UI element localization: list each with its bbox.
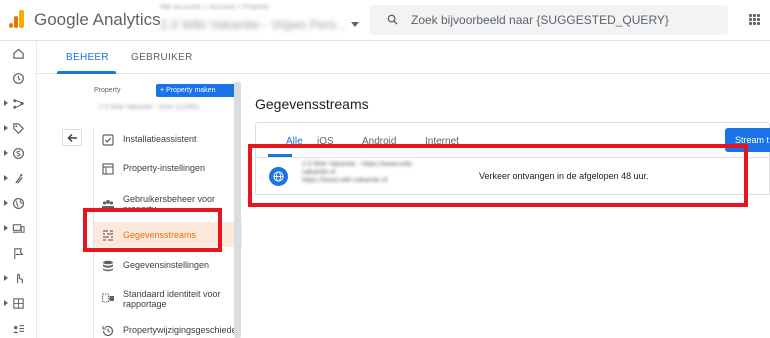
nav-item-gegevensinstellingen[interactable]: Gegevensinstellingen (94, 259, 242, 275)
rail-tech[interactable] (0, 219, 37, 239)
branch-icon (13, 99, 24, 109)
globe-icon (12, 197, 25, 210)
home-icon (13, 48, 24, 59)
nav-item-wijzigingsgeschiedenis[interactable]: Propertywijzigingsgeschieden (94, 324, 242, 338)
nav-item-label: Property-instellingen (123, 163, 206, 173)
nav-item-label: Standaard identiteit voor rapportage (123, 289, 221, 309)
nav-item-label: Installatieassistent (123, 134, 197, 144)
annotation-highlight-nav (83, 208, 222, 252)
account-name: 2.0 Wiki Vakantie - Vrijwo Pers... (160, 17, 348, 32)
database-icon (103, 260, 113, 272)
arrow-back-icon (67, 133, 77, 143)
apps-grid-icon[interactable] (749, 14, 760, 25)
caret-down-icon (351, 22, 359, 27)
account-selector[interactable]: Alle accounts > Account > Property 2.0 W… (157, 4, 362, 37)
nav-item-label: Propertywijzigingsgeschieden (123, 325, 242, 335)
back-button[interactable] (62, 129, 82, 146)
annotation-highlight-stream (248, 144, 748, 207)
nav-item-label: Gegevensinstellingen (123, 260, 210, 270)
rail-explore[interactable] (0, 294, 37, 314)
tap-icon (15, 174, 23, 184)
nav-item-property-instellingen[interactable]: Property-instellingen (94, 162, 242, 178)
report-grid-icon (13, 298, 24, 309)
rail-conversions[interactable] (0, 269, 37, 289)
rail-acquisition[interactable] (0, 119, 37, 139)
property-selector[interactable]: 2.0 Wiki Vakantie - GA4 (12345) (99, 104, 199, 111)
property-label: Property (94, 87, 121, 94)
nav-item-standaard-identiteit[interactable]: Standaard identiteit voor rapportage (94, 288, 242, 310)
history-icon (102, 325, 114, 337)
nav-item-installatieassistent[interactable]: Installatieassistent (94, 133, 242, 149)
clock-icon (13, 73, 24, 84)
page-title: Gegevensstreams (255, 96, 369, 112)
rail-configure[interactable] (0, 319, 37, 338)
top-bar: Google Analytics Alle accounts > Account… (0, 0, 770, 41)
tab-beheer[interactable]: BEHEER (66, 52, 109, 63)
devices-icon (12, 224, 25, 233)
search-input[interactable]: Zoek bijvoorbeeld naar {SUGGESTED_QUERY} (370, 5, 728, 35)
account-breadcrumb: Alle accounts > Account > Property (160, 4, 269, 11)
admin-tabs: BEHEER GEBRUIKER (37, 41, 770, 74)
user-list-icon (12, 325, 25, 334)
search-placeholder: Zoek bijvoorbeeld naar {SUGGESTED_QUERY} (411, 13, 669, 27)
analytics-logo-icon[interactable] (9, 10, 25, 28)
left-rail (0, 41, 37, 338)
dollar-icon (12, 147, 25, 160)
rail-audience[interactable] (0, 94, 37, 114)
search-icon (387, 14, 398, 25)
create-property-label: Property maken (166, 87, 216, 94)
plus-icon: + (160, 87, 165, 94)
tab-gebruiker[interactable]: GEBRUIKER (131, 52, 193, 63)
rail-engagement[interactable] (0, 169, 37, 189)
property-nav: Property + Property maken 2.0 Wiki Vakan… (37, 74, 242, 338)
tag-icon (13, 123, 24, 134)
rail-realtime[interactable] (0, 69, 37, 89)
flag-icon (14, 248, 24, 260)
create-property-button[interactable]: + Property maken (156, 84, 238, 97)
identity-icon (101, 293, 114, 303)
rail-monetization[interactable] (0, 144, 37, 164)
app-title: Google Analytics (34, 10, 161, 29)
touch-icon (17, 273, 23, 284)
checklist-icon (102, 134, 114, 146)
settings-window-icon (102, 163, 114, 175)
rail-home[interactable] (0, 44, 37, 64)
nav-scrollbar[interactable] (234, 82, 241, 338)
rail-demographics[interactable] (0, 194, 37, 214)
rail-events[interactable] (0, 244, 37, 264)
